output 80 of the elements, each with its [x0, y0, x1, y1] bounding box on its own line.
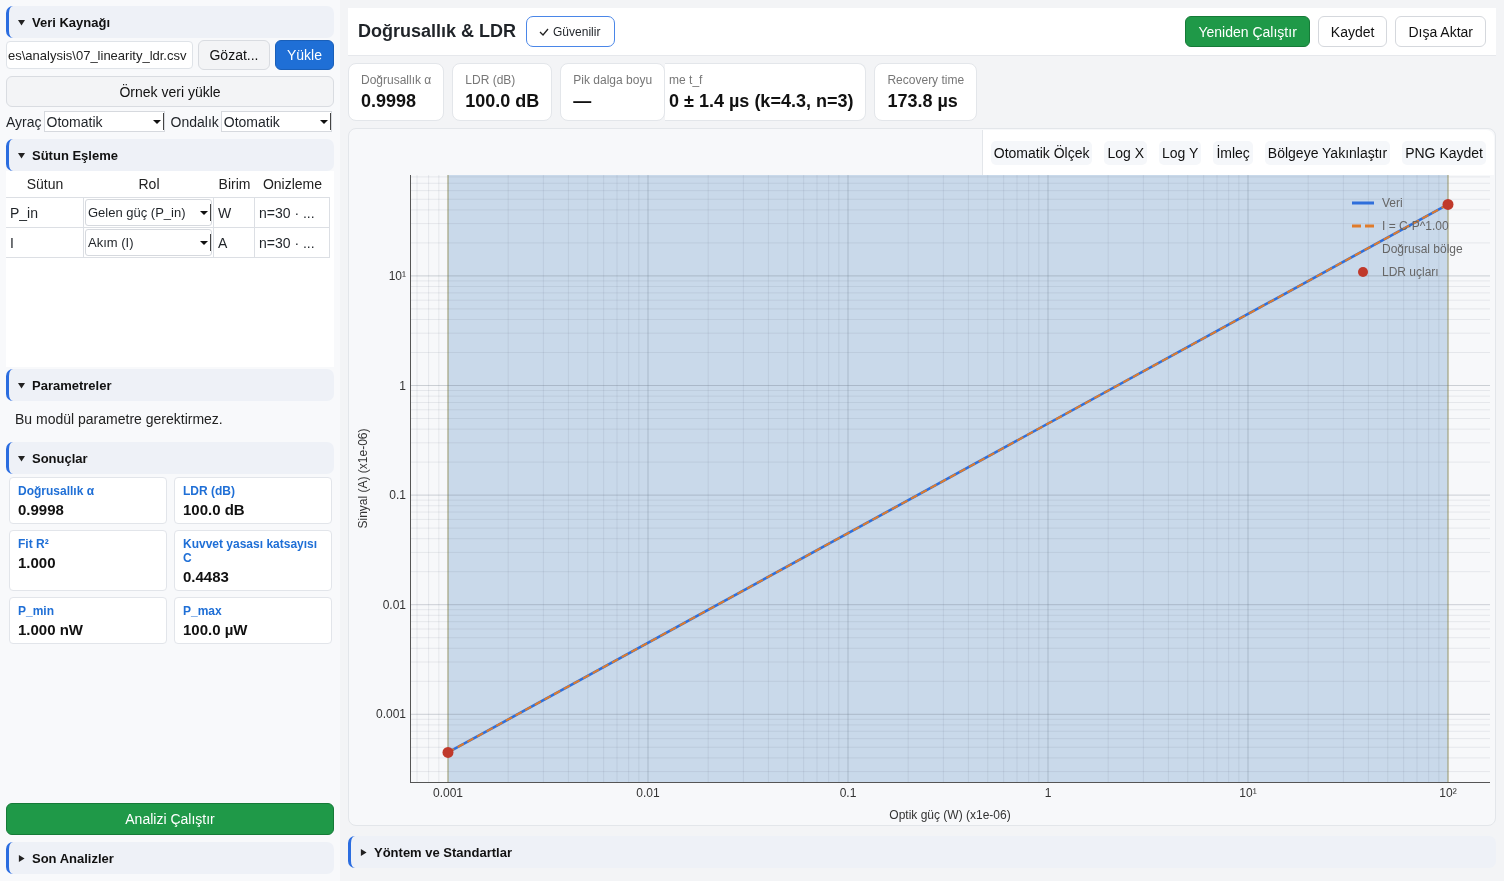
x-axis-label: Optik güç (W) (x1e-06): [889, 808, 1011, 822]
result-value: 1.000: [18, 554, 57, 571]
save-button[interactable]: Kaydet: [1317, 16, 1388, 47]
table-cell: I: [6, 228, 84, 258]
result-label: Doğrusallık α: [18, 484, 96, 498]
column-header: Birim: [214, 173, 255, 198]
legend-label: Veri: [1382, 196, 1403, 210]
result-value: 0.9998: [18, 501, 65, 518]
kpi-label: LDR (dB): [465, 73, 517, 87]
field-label: Ondalık: [170, 113, 219, 130]
y-tick-label: 0.1: [389, 488, 406, 503]
table-cell: W: [214, 198, 255, 228]
y-tick-label: 10¹: [388, 268, 406, 283]
toolbar-button[interactable]: Otomatik Ölçek: [990, 140, 1093, 165]
run-analysis-button[interactable]: Analizi Çalıştır: [6, 803, 334, 835]
toolbar-button[interactable]: Bölgeye Yakınlaştır: [1264, 140, 1391, 165]
legend-label: Doğrusal bölge: [1382, 242, 1463, 256]
column-header: Rol: [84, 173, 214, 198]
status-label: Güvenilir: [553, 24, 601, 39]
role-dropdown[interactable]: Gelen güç (P_in): [85, 199, 212, 226]
x-tick-label: 0.01: [636, 786, 660, 800]
result-value: 100.0 dB: [183, 501, 246, 518]
legend-label: LDR uçları: [1382, 265, 1439, 279]
section-header[interactable]: Yöntem ve Standartlar: [348, 836, 1496, 868]
table-cell: n=30 · ...: [255, 228, 330, 258]
x-tick-label: 10²: [1439, 786, 1457, 800]
decimal-dropdown[interactable]: Otomatik: [220, 111, 332, 132]
x-tick-label: 0.1: [839, 786, 857, 800]
result-label: Fit R²: [18, 537, 50, 551]
kpi-value: 100.0 dB: [465, 91, 540, 112]
export-button[interactable]: Dışa Aktar: [1395, 16, 1486, 47]
section-header[interactable]: Parametreler: [6, 369, 334, 401]
y-tick-label: 1: [399, 378, 406, 393]
section-header[interactable]: Sütun Eşleme: [6, 139, 334, 171]
rerun-button[interactable]: Yeniden Çalıştır: [1185, 16, 1310, 47]
kpi-label: Recovery time: [887, 73, 965, 87]
toolbar-button[interactable]: Log Y: [1159, 140, 1202, 165]
x-tick-label: 0.001: [433, 786, 463, 800]
x-tick-label: 1: [1044, 786, 1052, 800]
table-cell: P_in: [6, 198, 84, 228]
x-tick-label: 10¹: [1239, 786, 1257, 800]
check-icon: [539, 27, 550, 36]
sample-data-button[interactable]: Örnek veri yükle: [6, 76, 334, 107]
browse-button[interactable]: Gözat...: [198, 40, 270, 70]
toolbar-button[interactable]: Log X: [1104, 140, 1148, 165]
kpi-label: Doğrusallık α: [361, 73, 432, 87]
kpi-value: 0 ± 1.4 µs (k=4.3, n=3): [669, 91, 854, 112]
file-path-field[interactable]: es\analysis\07_linearity_ldr.csv: [6, 41, 193, 69]
column-header: Onizleme: [255, 173, 330, 198]
kpi-value: —: [573, 91, 593, 112]
toolbar-button[interactable]: PNG Kaydet: [1402, 140, 1486, 165]
endpoint-marker: [1442, 198, 1454, 210]
result-value: 1.000 nW: [18, 621, 85, 638]
column-header: Sütun: [6, 173, 84, 198]
y-tick-label: 0.01: [382, 597, 406, 612]
kpi-label: me t_f: [669, 73, 704, 87]
y-axis-label: Sinyal (A) (x1e-06): [356, 428, 370, 529]
load-button[interactable]: Yükle: [275, 40, 334, 70]
section-header[interactable]: Veri Kaynağı: [6, 6, 334, 38]
section-header[interactable]: Son Analizler: [6, 842, 334, 874]
toolbar-button[interactable]: İmleç: [1213, 140, 1253, 165]
section-header[interactable]: Sonuçlar: [6, 442, 334, 474]
y-tick-label: 0.001: [375, 707, 406, 722]
result-value: 0.4483: [183, 568, 230, 585]
separator-dropdown[interactable]: Otomatik: [43, 111, 165, 132]
result-label: Kuvvet yasası katsayısı C: [183, 537, 319, 565]
kpi-value: 0.9998: [361, 91, 418, 112]
kpi-label: Pik dalga boyu: [573, 73, 653, 87]
result-label: LDR (dB): [183, 484, 236, 498]
field-label: Ayraç: [6, 113, 42, 130]
result-label: P_max: [183, 604, 223, 618]
page-title: Doğrusallık & LDR: [358, 21, 517, 42]
table-cell: n=30 · ...: [255, 198, 330, 228]
kpi-value: 173.8 µs: [887, 91, 959, 112]
parameters-note: Bu modül parametre gerektirmez.: [15, 411, 224, 427]
endpoint-marker: [442, 746, 454, 758]
result-value: 100.0 µW: [183, 621, 249, 638]
table-cell: A: [214, 228, 255, 258]
role-dropdown[interactable]: Akım (I): [85, 229, 212, 256]
result-label: P_min: [18, 604, 55, 618]
